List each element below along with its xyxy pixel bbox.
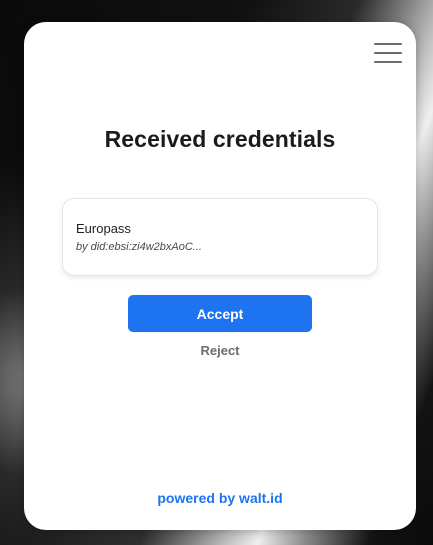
powered-by-link[interactable]: powered by walt.id [24,490,416,506]
menu-bar [374,52,402,54]
reject-button[interactable]: Reject [170,339,270,361]
hamburger-menu-icon[interactable] [374,43,402,63]
credential-issuer: by did:ebsi:zi4w2bxAoC... [76,241,202,253]
menu-bar [374,43,402,45]
credential-dialog: Received credentials Europass by did:ebs… [24,22,416,530]
accept-button[interactable]: Accept [128,295,312,332]
menu-bar [374,61,402,63]
credential-card[interactable]: Europass by did:ebsi:zi4w2bxAoC... [62,198,378,276]
page-title: Received credentials [104,126,336,152]
credential-title: Europass [76,221,131,236]
